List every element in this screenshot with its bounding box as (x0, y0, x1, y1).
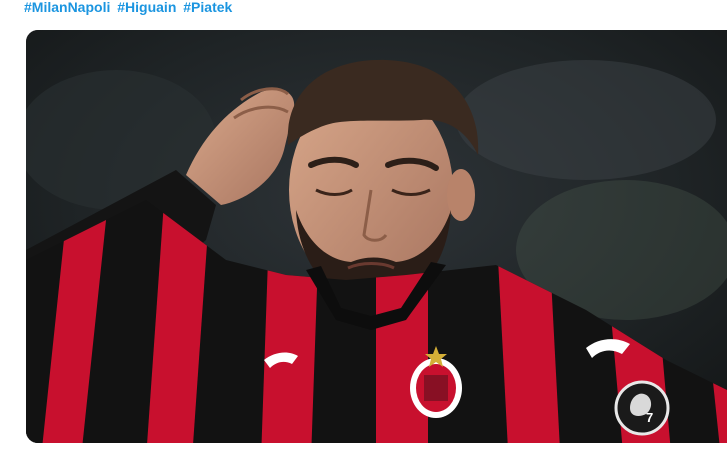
hashtag-piatek-link[interactable]: #Piatek (183, 0, 232, 15)
hashtag-milannapoli-link[interactable]: #MilanNapoli (24, 0, 110, 15)
champions-badge-icon: 7 (614, 380, 670, 436)
badge-number: 7 (646, 410, 653, 425)
tweet-media-photo[interactable]: 7 (26, 30, 727, 443)
tweet-hashtags: #MilanNapoli #Higuain #Piatek (24, 0, 235, 16)
football-player-photo: 7 (26, 30, 727, 443)
hashtag-higuain-link[interactable]: #Higuain (117, 0, 176, 15)
tweet-card: #MilanNapoli #Higuain #Piatek 7 (0, 0, 727, 453)
